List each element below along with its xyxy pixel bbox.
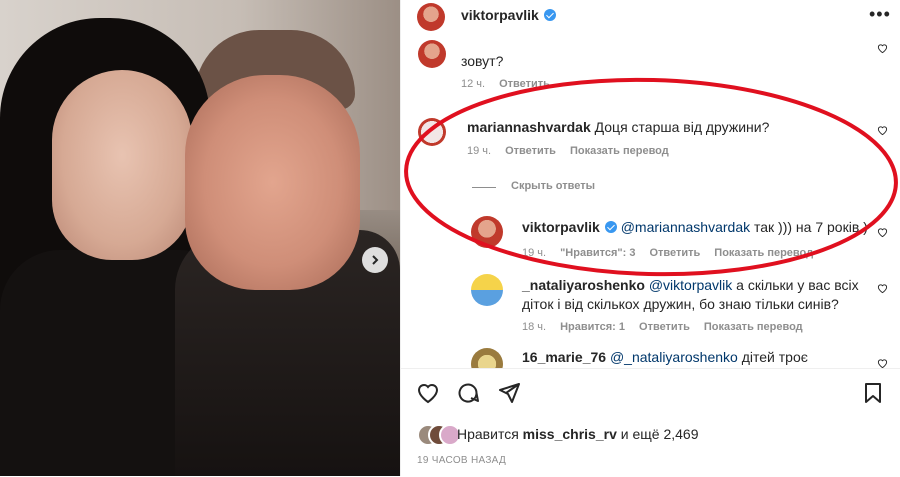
author-username-text[interactable]: viktorpavlik	[461, 7, 539, 23]
comment-meta: 12 ч. Ответить	[461, 78, 564, 90]
likes-summary: Нравится miss_chris_rv и ещё 2,469	[457, 426, 698, 442]
post-header: viktorpavlik •••	[401, 0, 900, 36]
reply-avatar[interactable]	[471, 274, 503, 306]
comment-body: Доця старша від дружини?	[594, 119, 770, 135]
reply-mention[interactable]: @mariannashvardak	[621, 219, 750, 235]
post-actions: Нравится miss_chris_rv и ещё 2,469 19 ЧА…	[401, 368, 900, 477]
chevron-right-icon	[372, 255, 379, 265]
likes-prefix: Нравится	[457, 426, 519, 442]
bookmark-icon[interactable]	[861, 381, 885, 405]
reply-likes[interactable]: Нравится: 1	[560, 321, 625, 333]
comment-avatar[interactable]	[418, 40, 446, 68]
translate-button[interactable]: Показать перевод	[570, 145, 669, 157]
hide-replies-button[interactable]: Скрыть ответы	[511, 180, 595, 192]
reply-avatar[interactable]	[471, 216, 503, 248]
reply-username[interactable]: _nataliyaroshenko	[522, 277, 645, 293]
reply-mention[interactable]: @_nataliyaroshenko	[610, 349, 738, 365]
share-icon[interactable]	[497, 381, 521, 405]
reply-time: 19 ч.	[522, 247, 547, 259]
photo-man-face	[185, 75, 360, 290]
comment-text: зовут?	[461, 53, 504, 69]
reply-mention[interactable]: @viktorpavlik	[649, 277, 732, 293]
reply-button[interactable]: Ответить	[499, 78, 550, 90]
replies-divider	[472, 187, 496, 188]
reply-text: _nataliyaroshenko @viktorpavlik а скільк…	[522, 276, 859, 295]
reply-username[interactable]: 16_marie_76	[522, 349, 606, 365]
comment-time: 12 ч.	[461, 78, 486, 90]
reply-body: а скільки у вас всіх	[736, 277, 859, 293]
reply-username[interactable]: viktorpavlik	[522, 219, 600, 235]
reply-button[interactable]: Ответить	[649, 247, 700, 259]
author-username[interactable]: viktorpavlik	[461, 7, 556, 23]
reply-meta: 18 ч. Нравится: 1 Ответить Показать перевод	[522, 321, 817, 333]
comment-avatar[interactable]	[418, 118, 446, 146]
reply-time: 18 ч.	[522, 321, 547, 333]
reply-likes[interactable]: "Нравится": 3	[560, 247, 635, 259]
heart-icon[interactable]	[877, 43, 888, 54]
author-avatar[interactable]	[417, 3, 445, 31]
heart-icon[interactable]	[877, 358, 888, 368]
reply-body: дітей троє	[741, 349, 808, 365]
reply-text: 16_marie_76 @_nataliyaroshenko дітей тро…	[522, 348, 808, 367]
translate-button[interactable]: Показать перевод	[704, 321, 803, 333]
post-photo	[0, 0, 400, 476]
heart-icon[interactable]	[877, 227, 888, 238]
reply-meta: 19 ч. "Нравится": 3 Ответить Показать перев…	[522, 247, 827, 259]
comment-time: 19 ч.	[467, 145, 492, 157]
heart-icon[interactable]	[877, 283, 888, 294]
translate-button[interactable]: Показать перевод	[714, 247, 813, 259]
comment-icon[interactable]	[456, 381, 480, 405]
reply-avatar[interactable]	[471, 348, 503, 368]
heart-icon[interactable]	[877, 125, 888, 136]
likes-count[interactable]: и ещё 2,469	[621, 426, 699, 442]
comment-text: mariannashvardak Доця старша від дружини…	[467, 118, 769, 137]
next-photo-button[interactable]	[362, 247, 388, 273]
comments-list: зовут? 12 ч. Ответить mariannashvardak До…	[401, 36, 900, 368]
verified-icon	[604, 221, 617, 233]
reply-body: так ))) на 7 років )	[754, 219, 868, 235]
photo-woman-face	[52, 70, 192, 260]
reply-button[interactable]: Ответить	[505, 145, 556, 157]
heart-icon[interactable]	[416, 381, 440, 405]
comment-username[interactable]: mariannashvardak	[467, 119, 591, 135]
reply-text: viktorpavlik @mariannashvardak так ))) н…	[522, 218, 868, 237]
more-icon[interactable]: •••	[869, 4, 891, 25]
verified-icon	[543, 9, 556, 21]
reply-text-line2: діток і від скількох дружин, бо знаю тіл…	[522, 296, 839, 312]
reply-button[interactable]: Ответить	[639, 321, 690, 333]
comment-meta: 19 ч. Ответить Показать перевод	[467, 145, 683, 157]
likes-user[interactable]: miss_chris_rv	[523, 426, 617, 442]
post-panel: viktorpavlik ••• зовут? 12 ч. Ответить ma…	[400, 0, 900, 476]
post-date: 19 ЧАСОВ НАЗАД	[417, 455, 507, 466]
